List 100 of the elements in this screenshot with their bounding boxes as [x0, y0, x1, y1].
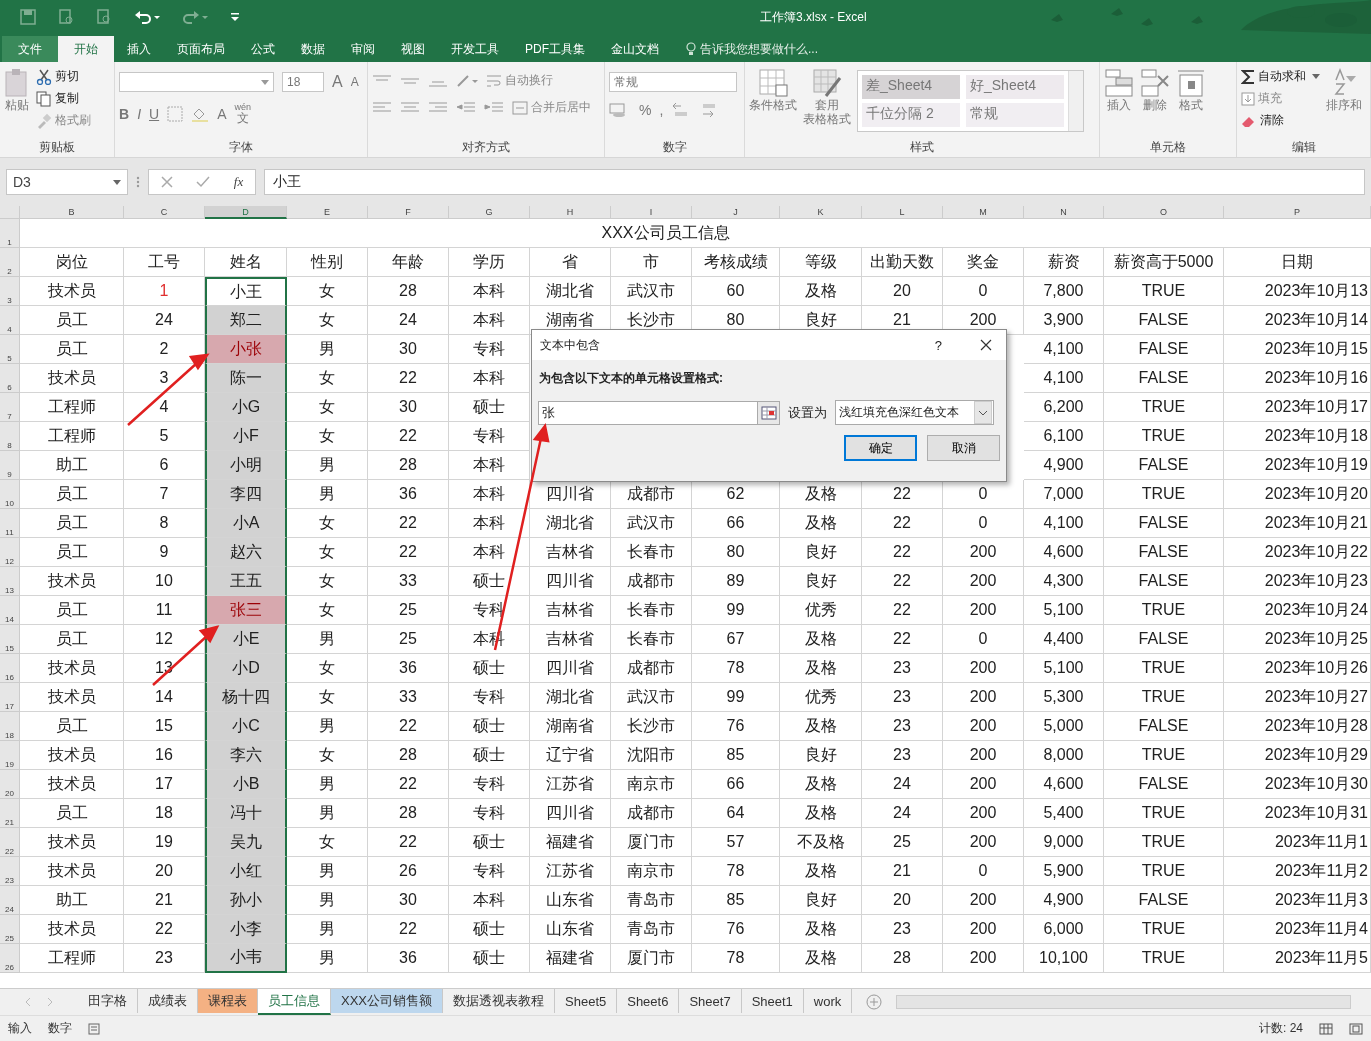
row-header[interactable]: 2: [0, 248, 20, 277]
row-header[interactable]: 14: [0, 596, 20, 625]
row-header[interactable]: 26: [0, 944, 20, 973]
row-header[interactable]: 16: [0, 654, 20, 683]
name-box[interactable]: D3: [6, 169, 128, 195]
row-header[interactable]: 10: [0, 480, 20, 509]
decrease-indent-icon[interactable]: [456, 100, 476, 115]
font-name-field[interactable]: [119, 72, 274, 92]
phonetic-button[interactable]: wén 文: [234, 102, 251, 125]
redo-icon[interactable]: [182, 9, 208, 25]
cut-button[interactable]: 剪切: [36, 68, 91, 85]
underline-button[interactable]: U: [149, 105, 160, 122]
normal-view-icon[interactable]: [1319, 1022, 1333, 1035]
row-header[interactable]: 9: [0, 451, 20, 480]
print-preview-icon[interactable]: [58, 9, 74, 25]
column-header[interactable]: H: [530, 206, 611, 219]
align-left-icon[interactable]: [372, 100, 392, 115]
ribbon-tab[interactable]: 审阅: [338, 36, 388, 62]
cancel-icon[interactable]: [160, 176, 173, 188]
format-as-table-button[interactable]: 套用 表格格式: [803, 66, 851, 126]
align-right-icon[interactable]: [428, 100, 448, 115]
row-header[interactable]: 18: [0, 712, 20, 741]
column-header[interactable]: P: [1224, 206, 1371, 219]
row-header[interactable]: 20: [0, 770, 20, 799]
insert-function-button[interactable]: fx: [233, 174, 244, 190]
sheet-tab[interactable]: 数据透视表教程: [443, 989, 555, 1013]
help-button[interactable]: ?: [934, 337, 942, 353]
tell-me-search[interactable]: 告诉我您想要做什么...: [700, 40, 818, 58]
column-header[interactable]: M: [943, 206, 1024, 219]
row-header[interactable]: 1: [0, 219, 20, 248]
cell-style-item[interactable]: 千位分隔 2: [862, 103, 960, 127]
scroll-right-icon[interactable]: [46, 997, 54, 1007]
ribbon-tab[interactable]: 数据: [288, 36, 338, 62]
conditional-format-button[interactable]: 条件格式: [749, 66, 797, 112]
row-header[interactable]: 11: [0, 509, 20, 538]
column-header[interactable]: C: [124, 206, 205, 219]
row-header[interactable]: 17: [0, 683, 20, 712]
add-sheet-icon[interactable]: [866, 994, 883, 1010]
customize-menu-icon[interactable]: [230, 12, 240, 22]
column-header[interactable]: N: [1024, 206, 1104, 219]
ok-button[interactable]: 确定: [844, 435, 917, 461]
text-input-field[interactable]: 张: [538, 400, 758, 425]
cell-style-item[interactable]: 常规: [966, 103, 1064, 127]
row-header[interactable]: 3: [0, 277, 20, 306]
sort-filter-button[interactable]: 排序和: [1326, 66, 1362, 112]
increase-indent-icon[interactable]: [484, 100, 504, 115]
row-header[interactable]: 7: [0, 393, 20, 422]
insert-cells-button[interactable]: 插入: [1104, 66, 1134, 112]
row-header[interactable]: 22: [0, 828, 20, 857]
column-header[interactable]: I: [611, 206, 692, 219]
comma-button[interactable]: ,: [659, 102, 664, 118]
save-icon[interactable]: [20, 9, 36, 25]
page-layout-icon[interactable]: [1349, 1022, 1363, 1035]
scroll-left-icon[interactable]: [24, 997, 32, 1007]
align-center-icon[interactable]: [400, 100, 420, 115]
resize-handle-icon[interactable]: [136, 176, 140, 188]
column-header[interactable]: F: [368, 206, 449, 219]
ribbon-tab[interactable]: 开发工具: [438, 36, 512, 62]
format-cells-button[interactable]: 格式: [1176, 66, 1206, 112]
sheet-tab[interactable]: work: [803, 989, 853, 1013]
sheet-tab[interactable]: Sheet6: [617, 989, 680, 1013]
ribbon-tab[interactable]: 页面布局: [164, 36, 238, 62]
cell-style-item[interactable]: 好_Sheet4: [966, 75, 1064, 99]
grow-font-button[interactable]: A: [332, 73, 343, 91]
sheet-tab[interactable]: Sheet1: [741, 989, 804, 1013]
sheet-tab[interactable]: 课程表: [198, 989, 258, 1013]
column-header[interactable]: D: [205, 206, 287, 219]
row-header[interactable]: 25: [0, 915, 20, 944]
row-header[interactable]: 23: [0, 857, 20, 886]
font-color-button[interactable]: A: [217, 105, 227, 122]
row-header[interactable]: 13: [0, 567, 20, 596]
sheet-tab[interactable]: Sheet5: [555, 989, 618, 1013]
column-header[interactable]: G: [449, 206, 530, 219]
enter-check-icon[interactable]: [196, 176, 211, 188]
row-header[interactable]: 5: [0, 335, 20, 364]
row-header[interactable]: 24: [0, 886, 20, 915]
italic-button[interactable]: I: [137, 105, 141, 122]
sheet-tab[interactable]: 田字格: [78, 989, 138, 1013]
ribbon-tab[interactable]: 公式: [238, 36, 288, 62]
row-header[interactable]: 12: [0, 538, 20, 567]
border-icon[interactable]: [167, 105, 184, 122]
column-header[interactable]: B: [20, 206, 124, 219]
sheet-tab[interactable]: XXX公司销售额: [331, 989, 443, 1013]
paste-button[interactable]: 粘贴: [4, 66, 30, 112]
ribbon-tab[interactable]: 视图: [388, 36, 438, 62]
row-header[interactable]: 21: [0, 799, 20, 828]
column-header[interactable]: E: [287, 206, 368, 219]
column-header[interactable]: K: [780, 206, 862, 219]
sheet-tab[interactable]: 员工信息: [258, 989, 331, 1015]
ribbon-tab[interactable]: 插入: [114, 36, 164, 62]
sheet-tab[interactable]: Sheet7: [679, 989, 742, 1013]
ribbon-tab[interactable]: 金山文档: [598, 36, 672, 62]
format-dropdown[interactable]: 浅红填充色深红色文本: [835, 400, 994, 425]
row-header[interactable]: 4: [0, 306, 20, 335]
delete-cells-button[interactable]: 删除: [1140, 66, 1170, 112]
ribbon-tab[interactable]: 开始: [58, 36, 114, 62]
ribbon-tab[interactable]: 文件: [2, 36, 58, 62]
percent-button[interactable]: %: [639, 102, 652, 118]
print-icon[interactable]: [96, 9, 112, 25]
shrink-font-button[interactable]: A: [350, 75, 359, 89]
